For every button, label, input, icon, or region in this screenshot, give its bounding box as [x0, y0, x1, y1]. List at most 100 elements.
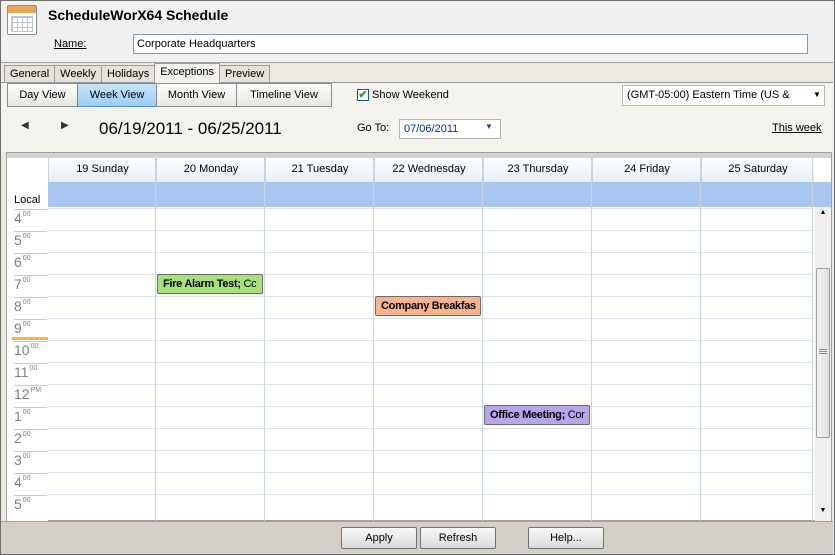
hour-number: 12 — [14, 386, 30, 402]
hour-label: 500 — [14, 231, 47, 253]
hour-label: 400 — [14, 209, 47, 231]
hour-suffix: 00 — [22, 277, 31, 284]
hour-suffix: 00 — [22, 453, 31, 460]
hour-label: 800 — [14, 297, 47, 319]
appointment-title: Company Breakfas — [381, 300, 476, 312]
appointment-title: Office Meeting; — [490, 409, 565, 421]
appointment-office-meeting[interactable]: Office Meeting; Cor — [484, 405, 590, 425]
tab-strip: General Weekly Holidays Exceptions Previ… — [4, 63, 271, 83]
refresh-button[interactable]: Refresh — [420, 527, 496, 549]
hour-gridline — [48, 494, 812, 495]
previous-week-icon[interactable]: ◀ — [21, 120, 33, 134]
hour-number: 10 — [14, 342, 30, 358]
hour-number: 2 — [14, 430, 22, 446]
day-header-monday[interactable]: 20 Monday — [156, 158, 265, 182]
scroll-grip-icon — [819, 349, 827, 355]
appointment-company-breakfast[interactable]: Company Breakfas — [375, 296, 481, 316]
day-column-divider — [591, 158, 592, 521]
next-week-icon[interactable]: ▶ — [61, 120, 73, 134]
tab-exceptions[interactable]: Exceptions — [154, 63, 221, 83]
chevron-down-icon[interactable]: ▼ — [485, 122, 493, 131]
chevron-down-icon[interactable]: ▼ — [810, 87, 824, 103]
scroll-down-icon[interactable]: ▼ — [815, 507, 831, 519]
goto-label: Go To: — [357, 122, 390, 134]
hour-label: 500 — [14, 495, 47, 517]
day-header-wednesday[interactable]: 22 Wednesday — [374, 158, 483, 182]
date-range-title: 06/19/2011 - 06/25/2011 — [99, 119, 282, 138]
hour-label: 100 — [14, 407, 47, 429]
hour-suffix: 00 — [22, 299, 31, 306]
hour-number: 8 — [14, 298, 22, 314]
day-column-divider — [373, 158, 374, 521]
day-view-button[interactable]: Day View — [7, 83, 78, 107]
hour-suffix: 00 — [22, 321, 31, 328]
hour-suffix: 00 — [22, 409, 31, 416]
hour-label: 1100 — [14, 363, 47, 385]
appointment-extra: Cor — [564, 409, 585, 421]
hour-suffix: PM — [30, 387, 42, 394]
show-weekend-label[interactable]: Show Weekend — [372, 89, 449, 101]
show-weekend-checkbox[interactable]: ✔ — [357, 89, 369, 101]
hour-number: 3 — [14, 452, 22, 468]
hour-gridline — [48, 208, 812, 209]
hour-gridline — [48, 450, 812, 451]
hour-gridline — [48, 340, 812, 341]
appointment-title: Fire Alarm Test; — [163, 278, 241, 290]
help-button[interactable]: Help... — [528, 527, 604, 549]
hour-label: 1000 — [14, 341, 47, 363]
this-week-link[interactable]: This week — [772, 122, 822, 134]
tab-preview[interactable]: Preview — [219, 65, 271, 83]
scroll-up-icon[interactable]: ▲ — [815, 209, 831, 221]
tab-holidays[interactable]: Holidays — [101, 65, 156, 83]
hour-suffix: 00 — [22, 233, 31, 240]
day-column-divider — [264, 158, 265, 521]
hour-gridline — [48, 428, 812, 429]
hour-label: 600 — [14, 253, 47, 275]
tab-general[interactable]: General — [4, 65, 56, 83]
hour-gridline — [48, 318, 812, 319]
hour-gridline — [48, 362, 812, 363]
hour-suffix: 00 — [22, 497, 31, 504]
day-column-divider — [155, 158, 156, 521]
hour-suffix: 00 — [22, 431, 31, 438]
name-label: Name: — [54, 38, 87, 50]
current-time-marker — [12, 337, 48, 340]
window-title: ScheduleWorX64 Schedule — [48, 7, 229, 23]
month-view-button[interactable]: Month View — [156, 83, 237, 107]
hour-number: 5 — [14, 232, 22, 248]
day-column-divider — [812, 158, 813, 521]
all-day-area[interactable] — [48, 182, 831, 207]
timezone-local-label: Local — [14, 194, 41, 206]
hour-suffix: 00 — [22, 255, 31, 262]
week-view-button[interactable]: Week View — [77, 83, 157, 107]
hour-number: 1 — [14, 408, 22, 424]
day-header-thursday[interactable]: 23 Thursday — [483, 158, 592, 182]
hour-suffix: 00 — [30, 343, 39, 350]
appointment-fire-alarm-test[interactable]: Fire Alarm Test; Cc — [157, 274, 263, 294]
hour-label: 12PM — [14, 385, 47, 407]
appointment-extra: Cc — [240, 278, 257, 290]
hour-label: 400 — [14, 473, 47, 495]
timeline-view-button[interactable]: Timeline View — [236, 83, 332, 107]
hour-gridline — [48, 252, 812, 253]
hour-suffix: 00 — [22, 211, 31, 218]
hour-label: 200 — [14, 429, 47, 451]
hour-suffix: 00 — [22, 475, 31, 482]
hour-number: 9 — [14, 320, 22, 336]
time-grid[interactable] — [48, 207, 812, 521]
hour-gridline — [48, 230, 812, 231]
apply-button[interactable]: Apply — [341, 527, 417, 549]
tab-weekly[interactable]: Weekly — [54, 65, 103, 83]
day-header-tuesday[interactable]: 21 Tuesday — [265, 158, 374, 182]
day-header-saturday[interactable]: 25 Saturday — [701, 158, 814, 182]
hour-suffix: 00 — [29, 365, 38, 372]
hour-gridline — [48, 384, 812, 385]
hour-label: 300 — [14, 451, 47, 473]
hour-gridline — [48, 406, 812, 407]
day-header-sunday[interactable]: 19 Sunday — [48, 158, 156, 182]
name-field[interactable]: Corporate Headquarters — [133, 34, 808, 54]
hour-number: 4 — [14, 474, 22, 490]
day-column-divider — [482, 158, 483, 521]
day-header-friday[interactable]: 24 Friday — [592, 158, 701, 182]
timezone-select[interactable]: (GMT-05:00) Eastern Time (US & — [622, 85, 825, 106]
